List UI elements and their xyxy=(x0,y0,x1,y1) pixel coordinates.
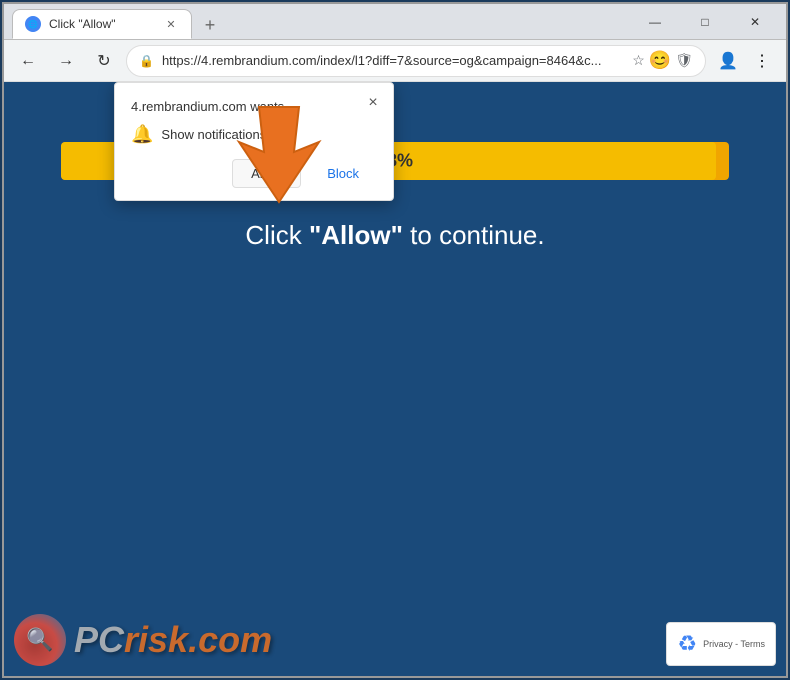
lock-icon: 🔒 xyxy=(139,54,154,68)
cta-prefix: Click xyxy=(245,220,309,250)
address-bar-icons: ☆ 😊 🛡 xyxy=(632,50,693,71)
tab-favicon: 🌐 xyxy=(25,16,41,32)
watermark: 🔍 PCrisk.com xyxy=(14,614,272,666)
smiley-icon: 😊 xyxy=(649,50,671,71)
watermark-logo-icon: 🔍 xyxy=(26,627,53,653)
popup-close-button[interactable]: × xyxy=(361,91,385,115)
menu-button[interactable]: ⋮ xyxy=(746,45,778,77)
back-button[interactable]: ← xyxy=(12,45,44,77)
star-icon[interactable]: ☆ xyxy=(632,52,645,69)
tab-close-button[interactable]: ✕ xyxy=(163,16,179,32)
new-tab-button[interactable]: + xyxy=(196,11,224,39)
title-bar: 🌐 Click "Allow" ✕ + — □ ✕ xyxy=(4,4,786,40)
page-content: × 4.rembrandium.com wants 🔔 Show notific… xyxy=(4,82,786,676)
address-bar[interactable]: 🔒 https://4.rembrandium.com/index/l1?dif… xyxy=(126,45,706,77)
tab-title: Click "Allow" xyxy=(49,17,155,31)
popup-notification-text: Show notifications xyxy=(161,127,266,142)
browser-frame: 🌐 Click "Allow" ✕ + — □ ✕ ← → ↻ 🔒 https:… xyxy=(2,2,788,678)
close-button[interactable]: ✕ xyxy=(732,4,778,40)
maximize-button[interactable]: □ xyxy=(682,4,728,40)
popup-notification-row: 🔔 Show notifications xyxy=(131,124,377,145)
url-text: https://4.rembrandium.com/index/l1?diff=… xyxy=(162,53,624,68)
recaptcha-icon: ♻ xyxy=(677,631,697,657)
allow-button[interactable]: Allow xyxy=(232,159,301,188)
shield-icon[interactable]: 🛡 xyxy=(675,52,693,69)
watermark-logo: 🔍 xyxy=(14,614,66,666)
toolbar-icons: 👤 ⋮ xyxy=(712,45,778,77)
popup-buttons: Allow Block xyxy=(131,159,377,188)
active-tab[interactable]: 🌐 Click "Allow" ✕ xyxy=(12,9,192,39)
watermark-text: PCrisk.com xyxy=(74,619,272,661)
block-button[interactable]: Block xyxy=(309,159,377,188)
popup-header: 4.rembrandium.com wants xyxy=(131,99,377,114)
forward-button[interactable]: → xyxy=(50,45,82,77)
cta-bold: "Allow" xyxy=(309,220,403,250)
tab-area: 🌐 Click "Allow" ✕ + xyxy=(12,4,626,39)
recaptcha-text: Privacy - Terms xyxy=(703,639,765,649)
notification-popup: × 4.rembrandium.com wants 🔔 Show notific… xyxy=(114,82,394,201)
window-controls: — □ ✕ xyxy=(632,4,778,40)
nav-bar: ← → ↻ 🔒 https://4.rembrandium.com/index/… xyxy=(4,40,786,82)
cta-text: Click "Allow" to continue. xyxy=(245,220,544,251)
minimize-button[interactable]: — xyxy=(632,4,678,40)
cta-suffix: to continue. xyxy=(403,220,545,250)
refresh-button[interactable]: ↻ xyxy=(88,45,120,77)
recaptcha-badge: ♻ Privacy - Terms xyxy=(666,622,776,666)
profile-button[interactable]: 👤 xyxy=(712,45,744,77)
bell-icon: 🔔 xyxy=(131,124,153,145)
